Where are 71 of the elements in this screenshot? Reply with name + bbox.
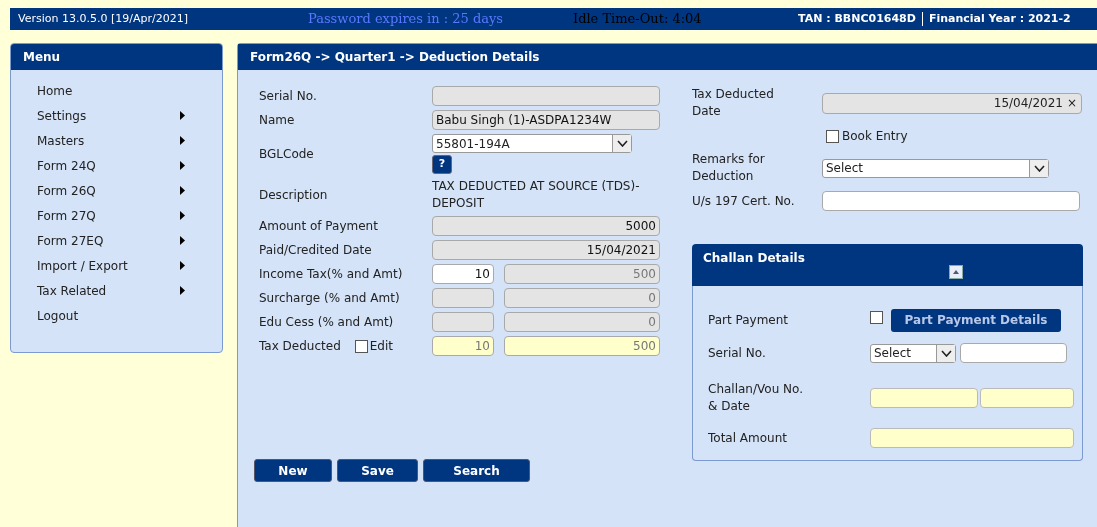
submenu-arrow-icon [180,211,185,220]
menu-item[interactable]: Settings [37,103,185,128]
dropdown[interactable]: Select [870,343,956,363]
submenu-arrow-icon [180,111,185,120]
submenu-arrow-icon [180,236,185,245]
help-button[interactable]: ? [432,155,452,174]
input-field[interactable] [960,343,1067,363]
financial-year-text: Financial Year : 2021-2 [928,10,1071,27]
field-label: Total Amount [708,430,787,445]
checkbox-label: Edit [369,338,393,355]
field-label: Part Payment [708,312,789,327]
input-field[interactable] [980,388,1074,408]
submenu-arrow-icon [180,161,185,170]
action-button[interactable]: Search [423,459,530,482]
menu-item[interactable]: Form 24Q [37,153,185,178]
checkbox[interactable] [826,129,839,143]
field-label: Amount of Payment [259,219,378,233]
field-label: Description [259,188,328,202]
input-field[interactable] [870,428,1074,448]
field-label: Remarks for Deduction [692,152,765,183]
action-button[interactable]: Save [337,459,418,482]
field-label: Paid/Credited Date [259,243,372,257]
clear-button[interactable]: × [1066,94,1077,112]
menu-item[interactable]: Masters [37,128,185,153]
input-field[interactable]: 10 [432,336,494,356]
version-text: Version 13.0.5.0 [19/Apr/2021] [18,10,189,27]
dropdown[interactable]: Select [822,158,1049,178]
checkbox[interactable] [354,339,368,353]
menu-item[interactable]: Form 27Q [37,203,185,228]
menu-item[interactable]: Form 27EQ [37,228,185,253]
input-field[interactable]: 500 [504,336,660,356]
dropdown[interactable]: 55801-194A [432,134,632,153]
chevron-down-icon [940,349,952,357]
idle-timeout: Idle Time-Out: 4:04 [573,10,703,29]
part-payment-details-button[interactable]: Part Payment Details [891,308,1061,332]
field-label: Tax Deducted Date [692,87,774,118]
tan-text: TAN : BBNC01648D [798,10,916,27]
field-label: Serial No. [259,89,317,103]
action-button[interactable]: New [254,459,332,482]
menu-title: Menu [11,44,222,70]
input-field[interactable] [822,191,1080,211]
field-label: Tax Deducted [259,338,341,355]
menu-item[interactable]: Logout [37,303,185,328]
menu-item[interactable]: Tax Related [37,278,185,303]
menu-item[interactable]: Form 26Q [37,178,185,203]
password-expiry-notice: Password expires in : 25 days [308,10,505,29]
field-label: U/s 197 Cert. No. [692,194,795,208]
submenu-arrow-icon [180,286,185,295]
input-field[interactable]: 10 [432,264,494,284]
submenu-arrow-icon [180,186,185,195]
input-field[interactable] [870,388,978,408]
checkbox[interactable] [870,311,883,324]
checkbox-label: Book Entry [842,128,908,145]
date-field[interactable]: 15/04/2021 × [822,92,1082,114]
chevron-down-icon [1033,164,1045,172]
field-label: Challan/Vou No. & Date [708,382,803,413]
collapse-icon[interactable] [949,265,963,279]
field-label: Edu Cess (% and Amt) [259,314,394,331]
section-title: Challan Details [703,251,805,265]
field-label: Surcharge (% and Amt) [259,290,400,307]
menu-item[interactable]: Import / Export [37,253,185,278]
field-label: BGLCode [259,147,314,161]
submenu-arrow-icon [180,136,185,145]
description-text: TAX DEDUCTED AT SOURCE (TDS)-DEPOSIT [432,178,641,212]
chevron-down-icon [616,140,628,147]
field-label: Serial No. [708,345,766,360]
field-label: Name [259,113,295,127]
form-title: Form26Q -> Quarter1 -> Deduction Details [238,44,1097,70]
submenu-arrow-icon [180,261,185,270]
menu-item[interactable]: Home [37,78,185,103]
field-label: Income Tax(% and Amt) [259,266,403,283]
